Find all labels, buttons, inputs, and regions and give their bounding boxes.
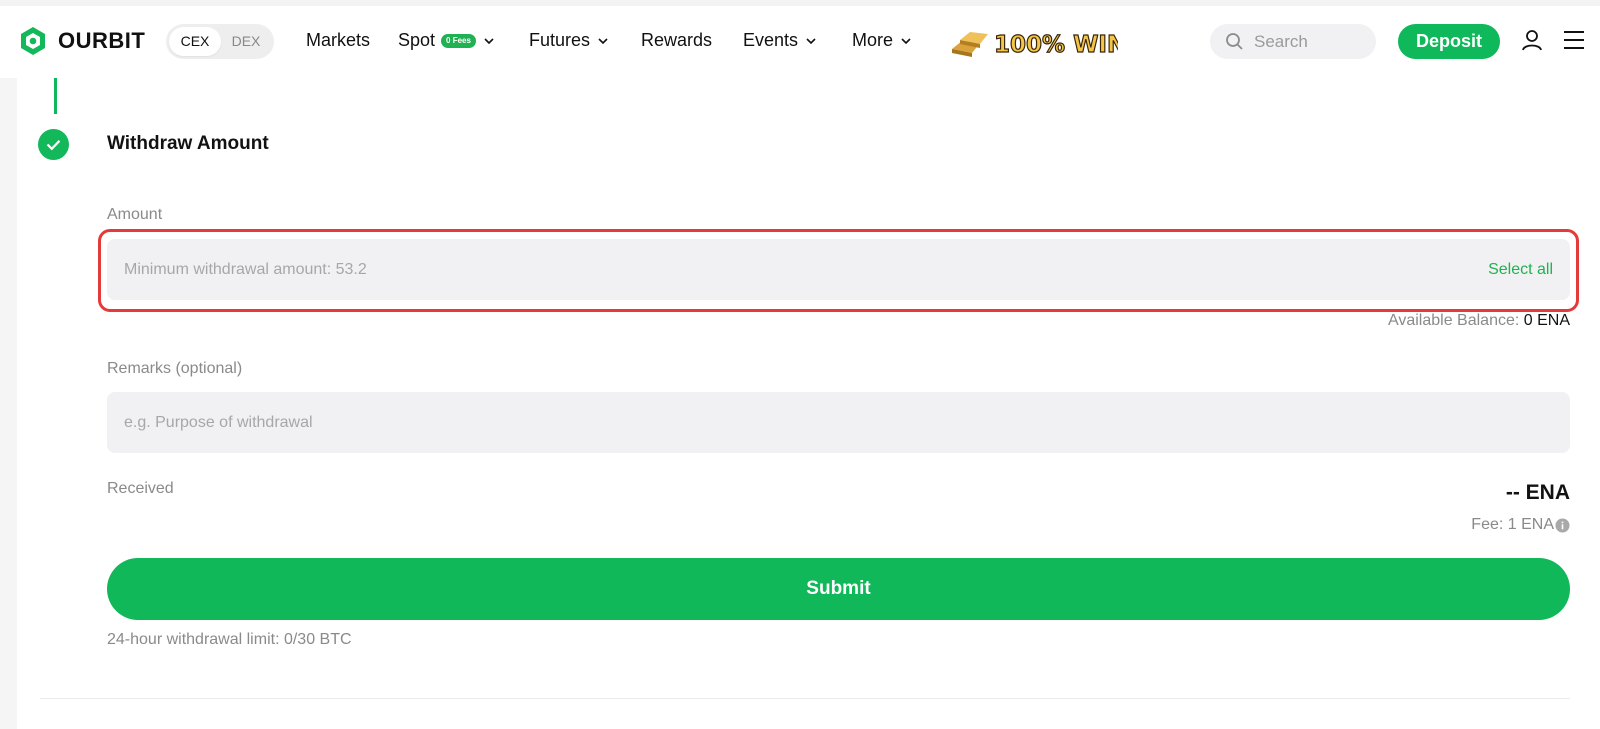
gold-bars-icon	[952, 32, 988, 57]
chevron-down-icon	[484, 37, 494, 44]
search-icon	[1226, 33, 1243, 50]
step-connector-line	[54, 78, 57, 114]
nav-more-label: More	[852, 30, 894, 50]
remarks-label: Remarks (optional)	[107, 360, 243, 377]
available-balance-value: 0 ENA	[1523, 312, 1570, 329]
hamburger-menu-icon[interactable]	[1562, 29, 1586, 51]
nav-markets-label: Markets	[306, 30, 371, 50]
nav-rewards-label: Rewards	[641, 30, 713, 50]
chevron-down-icon	[806, 37, 816, 44]
cex-dex-switch[interactable]: CEX DEX	[166, 24, 274, 59]
cex-option[interactable]: CEX	[169, 27, 221, 56]
nav-events[interactable]: Events	[743, 30, 817, 51]
nav-events-label: Events	[743, 30, 799, 50]
nav-spot[interactable]: Spot 0 Fees	[398, 30, 495, 51]
chevron-down-icon	[901, 37, 911, 44]
nav-markets[interactable]: Markets	[306, 30, 370, 51]
fee-text: Fee: 1 ENA	[1471, 516, 1554, 533]
user-icon[interactable]	[1520, 28, 1544, 52]
gold-bars-promo-banner[interactable]: 100% WIN	[950, 25, 1118, 61]
submit-button[interactable]: Submit	[107, 558, 1570, 620]
search-box[interactable]: Search	[1210, 24, 1376, 59]
fee-info: Fee: 1 ENA	[1471, 516, 1570, 534]
info-icon[interactable]	[1555, 518, 1570, 533]
available-balance: Available Balance: 0 ENA	[1388, 312, 1570, 330]
available-balance-label: Available Balance:	[1387, 312, 1524, 329]
svg-text:100% WIN: 100% WIN	[994, 32, 1118, 58]
highlight-box	[98, 229, 1579, 312]
step-check-icon	[38, 129, 69, 160]
received-label: Received	[107, 480, 174, 497]
nav-spot-label: Spot	[398, 30, 436, 50]
amount-label: Amount	[107, 206, 163, 223]
search-placeholder: Search	[1254, 31, 1308, 51]
received-value: -- ENA	[1505, 481, 1570, 504]
nav-futures[interactable]: Futures	[529, 30, 609, 51]
nav-more[interactable]: More	[852, 30, 912, 51]
withdrawal-limit-text: 24-hour withdrawal limit: 0/30 BTC	[107, 631, 352, 648]
chevron-down-icon	[598, 37, 608, 44]
remarks-placeholder: e.g. Purpose of withdrawal	[124, 414, 313, 431]
dex-option[interactable]: DEX	[220, 27, 272, 56]
brand-name: OURBIT	[58, 28, 146, 53]
nav-futures-label: Futures	[529, 30, 591, 50]
divider	[40, 698, 1570, 699]
nav-rewards[interactable]: Rewards	[641, 30, 712, 51]
step-title: Withdraw Amount	[107, 133, 269, 154]
brand-logo[interactable]: OURBIT	[19, 26, 145, 56]
top-header: OURBIT CEX DEX Markets Spot 0 Fees Futur…	[0, 0, 1600, 78]
ourbit-logo-icon	[21, 27, 45, 55]
remarks-input[interactable]: e.g. Purpose of withdrawal	[107, 392, 1570, 453]
deposit-button[interactable]: Deposit	[1398, 24, 1500, 59]
zero-fees-badge: 0 Fees	[441, 33, 476, 48]
